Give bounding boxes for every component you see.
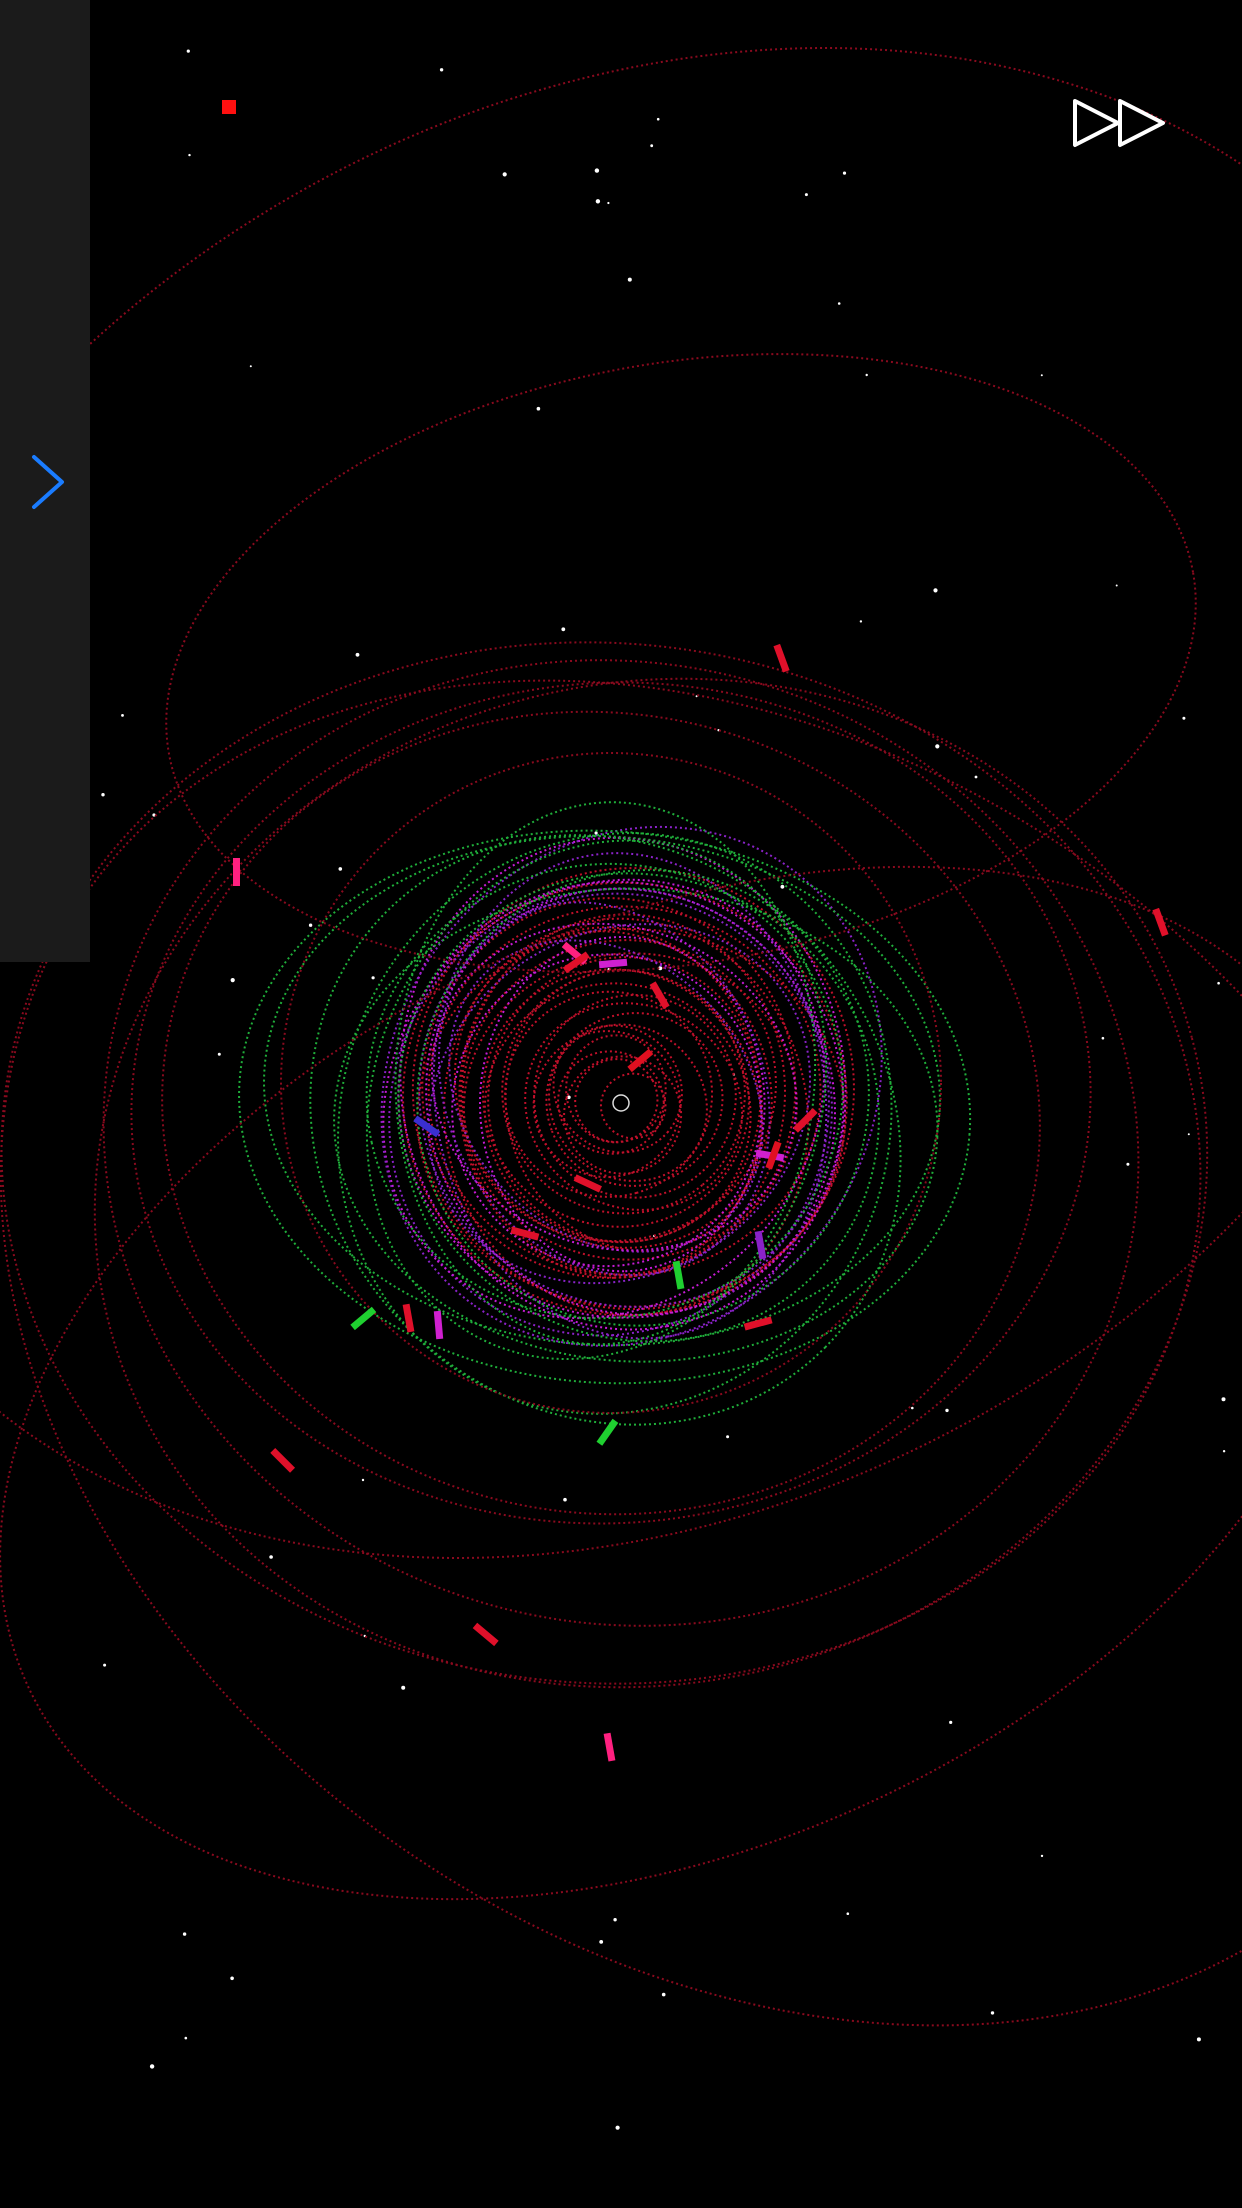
star bbox=[1040, 1854, 1044, 1858]
star bbox=[911, 1406, 914, 1410]
star bbox=[865, 373, 868, 377]
star bbox=[230, 1976, 234, 1981]
star bbox=[1040, 374, 1043, 377]
star bbox=[935, 744, 940, 749]
star bbox=[842, 171, 847, 175]
star bbox=[371, 976, 375, 980]
star bbox=[355, 652, 360, 657]
orbiting-body bbox=[222, 100, 236, 114]
chevron-right-icon bbox=[32, 455, 64, 509]
star bbox=[661, 1992, 666, 1997]
star bbox=[536, 406, 541, 411]
star bbox=[1115, 584, 1118, 587]
star bbox=[945, 1408, 949, 1413]
star bbox=[563, 1497, 567, 1502]
star bbox=[949, 1720, 953, 1724]
star bbox=[1196, 2037, 1201, 2042]
star bbox=[561, 627, 566, 632]
star bbox=[595, 199, 601, 204]
star bbox=[613, 1918, 617, 1922]
star bbox=[726, 1435, 730, 1439]
star bbox=[361, 1478, 365, 1482]
star bbox=[188, 153, 191, 157]
star bbox=[1101, 1036, 1105, 1040]
star bbox=[837, 302, 841, 305]
fast-forward-button[interactable] bbox=[1070, 96, 1170, 156]
star bbox=[149, 2064, 155, 2069]
sidebar-panel bbox=[0, 0, 90, 962]
star bbox=[249, 365, 252, 368]
star bbox=[859, 620, 863, 623]
fast-forward-icon bbox=[1073, 99, 1165, 147]
star bbox=[804, 193, 808, 197]
star bbox=[230, 978, 235, 983]
star bbox=[502, 172, 507, 177]
star bbox=[308, 923, 313, 927]
star bbox=[933, 588, 938, 593]
star bbox=[846, 1912, 850, 1915]
star bbox=[650, 144, 654, 148]
star bbox=[338, 867, 343, 871]
star bbox=[182, 1932, 187, 1936]
star bbox=[990, 2011, 995, 2015]
orbiting-body bbox=[233, 858, 240, 886]
star bbox=[401, 1685, 406, 1690]
star bbox=[1221, 1397, 1226, 1402]
star bbox=[269, 1555, 273, 1559]
star bbox=[1187, 1133, 1190, 1136]
star bbox=[184, 2036, 188, 2040]
star bbox=[217, 1052, 221, 1056]
star bbox=[599, 1940, 604, 1944]
star bbox=[1126, 1162, 1130, 1166]
star bbox=[594, 168, 600, 173]
star bbox=[974, 775, 978, 779]
star bbox=[186, 49, 190, 53]
star bbox=[615, 2125, 620, 2130]
orbit-simulation-canvas[interactable] bbox=[0, 0, 1242, 2208]
star bbox=[656, 117, 660, 121]
star bbox=[439, 68, 444, 72]
star bbox=[1222, 1450, 1226, 1453]
star bbox=[1182, 716, 1186, 720]
star bbox=[780, 884, 785, 889]
star bbox=[627, 277, 632, 282]
star bbox=[121, 714, 124, 717]
star bbox=[101, 793, 105, 797]
sidebar-toggle-button[interactable] bbox=[22, 445, 72, 519]
star bbox=[1217, 981, 1220, 985]
star bbox=[607, 201, 610, 205]
star bbox=[103, 1663, 107, 1667]
